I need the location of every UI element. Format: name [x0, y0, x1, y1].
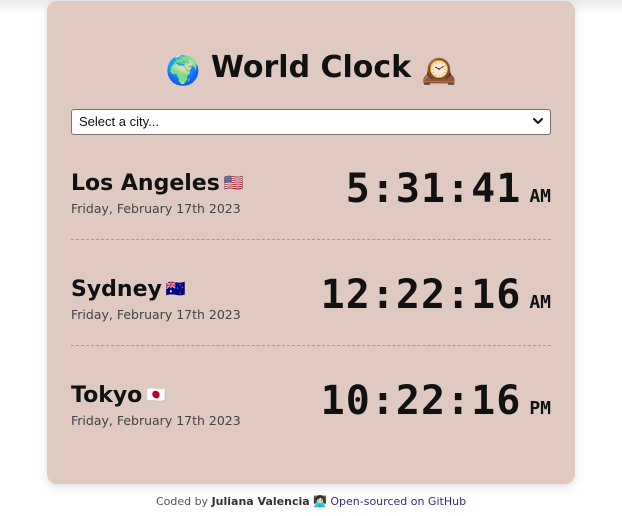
city-name: Los Angeles 🇺🇸 [71, 170, 244, 197]
footer-author: Juliana Valencia [211, 495, 310, 508]
page-title: 🌍 World Clock 🕰️ [47, 48, 575, 91]
time-value: 5:31:41 [345, 166, 522, 212]
globe-icon: 🌍 [165, 54, 201, 87]
city-date: Friday, February 17th 2023 [71, 201, 241, 216]
city-row-tokyo: Tokyo 🇯🇵 Friday, February 17th 2023 10:22… [71, 346, 551, 452]
city-name: Sydney 🇦🇺 [71, 276, 186, 303]
page-title-text: World Clock [210, 50, 412, 85]
city-select[interactable]: Select a city... [71, 109, 551, 135]
chevron-down-icon [533, 118, 543, 124]
am-pm-label: AM [529, 186, 551, 207]
am-pm-label: PM [529, 398, 551, 419]
technologist-icon: 👩🏻‍💻 [313, 495, 327, 508]
world-clock-card: 🌍 World Clock 🕰️ Select a city... Los An… [47, 1, 575, 484]
time-value: 10:22:16 [320, 378, 522, 424]
mantel-clock-icon: 🕰️ [421, 54, 457, 87]
city-name-text: Los Angeles [71, 171, 220, 196]
city-name-text: Sydney [71, 277, 162, 302]
city-row-sydney: Sydney 🇦🇺 Friday, February 17th 2023 12:2… [71, 240, 551, 346]
city-name-text: Tokyo [71, 383, 143, 408]
city-time: 12:22:16 AM [321, 273, 551, 317]
city-row-los-angeles: Los Angeles 🇺🇸 Friday, February 17th 2023… [71, 134, 551, 240]
city-time: 10:22:16 PM [321, 379, 551, 423]
footer: Coded by Juliana Valencia 👩🏻‍💻 Open-sour… [0, 494, 622, 510]
github-link[interactable]: Open-sourced on GitHub [330, 495, 466, 508]
city-select-value: Select a city... [79, 114, 159, 129]
am-pm-label: AM [529, 292, 551, 313]
japan-flag-icon: 🇯🇵 [146, 385, 167, 404]
city-date: Friday, February 17th 2023 [71, 413, 241, 428]
footer-coded-by: Coded by [155, 495, 209, 508]
city-date: Friday, February 17th 2023 [71, 307, 241, 322]
time-value: 12:22:16 [320, 272, 522, 318]
australia-flag-icon: 🇦🇺 [165, 279, 186, 298]
city-name: Tokyo 🇯🇵 [71, 382, 166, 409]
city-time: 5:31:41 AM [346, 167, 551, 211]
us-flag-icon: 🇺🇸 [223, 173, 244, 192]
